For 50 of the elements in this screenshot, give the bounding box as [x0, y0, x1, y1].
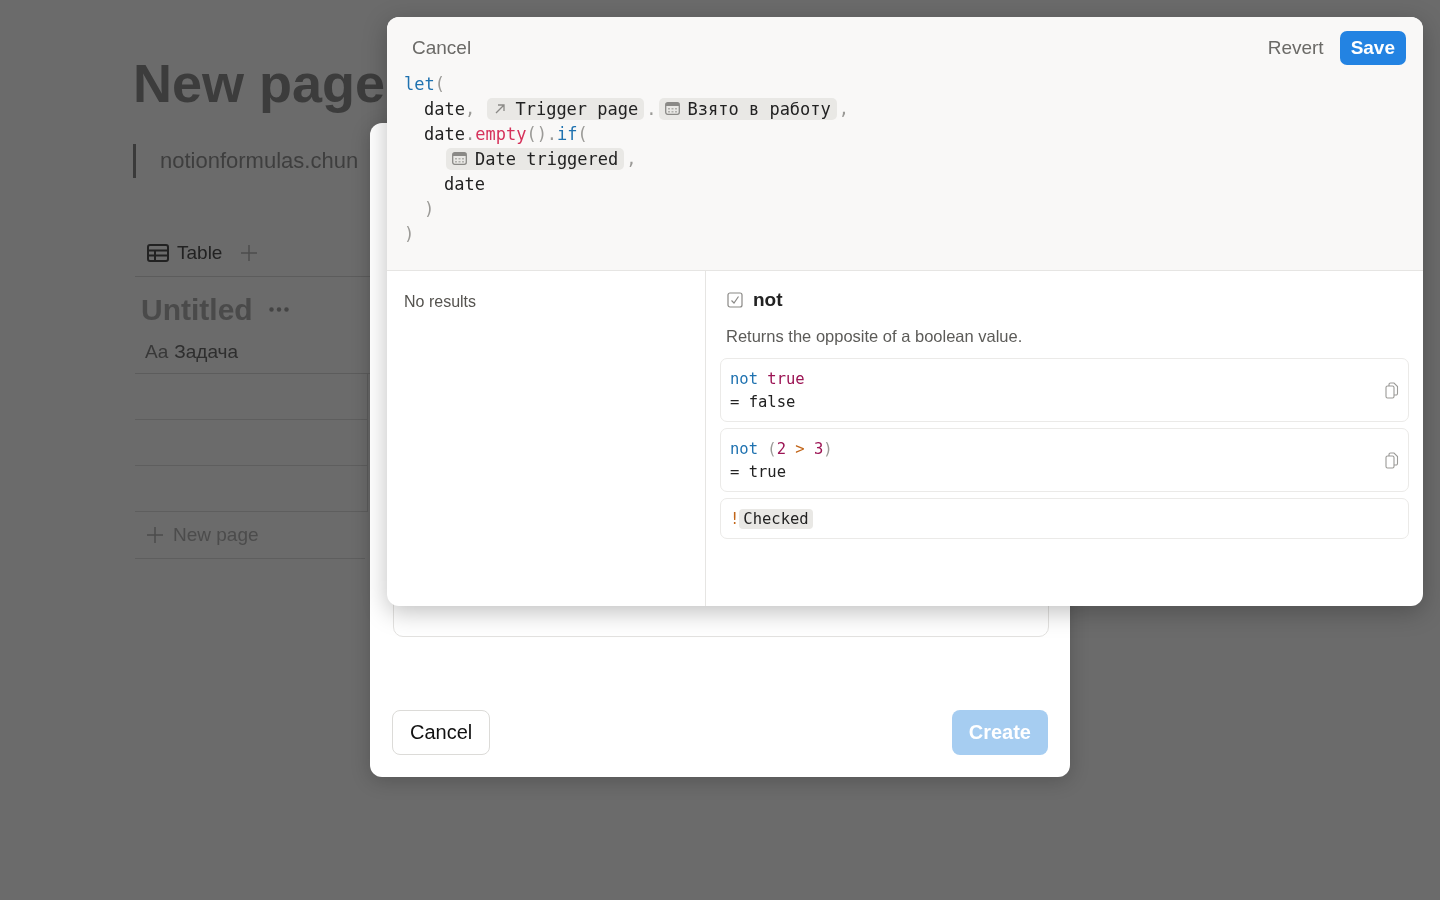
calendar-icon [664, 102, 680, 115]
code-token: (). [526, 123, 558, 144]
code-token: not [730, 369, 758, 388]
property-chip[interactable]: Date triggered [446, 147, 625, 170]
code-token: ( [434, 73, 445, 94]
code-token: true [766, 369, 805, 388]
code-token: . [464, 123, 476, 144]
code-token: date [424, 123, 465, 144]
cancel-button[interactable]: Cancel [404, 33, 480, 63]
calendar-icon [452, 152, 467, 165]
plus-icon[interactable] [240, 243, 259, 262]
function-name: not [753, 289, 783, 311]
copy-icon[interactable] [1385, 381, 1399, 399]
save-button[interactable]: Save [1339, 31, 1406, 65]
property-chip[interactable]: Checked [739, 508, 813, 529]
code-token: ! [730, 509, 740, 528]
arrow-icon [493, 101, 508, 116]
code-token: empty [475, 123, 527, 144]
code-token: ) [424, 198, 435, 219]
table-icon [147, 243, 169, 262]
code-token: ( [577, 123, 588, 144]
property-chip[interactable]: Взято в работу [658, 97, 837, 120]
code-token: 3 [814, 439, 824, 458]
code-token: > [794, 439, 806, 458]
more-icon[interactable] [268, 307, 289, 312]
results-text: No results [404, 293, 477, 310]
cancel-button[interactable]: Cancel [392, 710, 491, 755]
code-token: = true [730, 462, 786, 481]
code-token: ) [404, 223, 415, 244]
code-token: ) [823, 439, 833, 458]
function-description: Returns the opposite of a boolean value. [726, 327, 1024, 346]
code-token: = false [730, 392, 796, 411]
code-token: date [444, 173, 485, 194]
copy-icon[interactable] [1385, 451, 1399, 469]
code-token: date [424, 98, 465, 119]
code-token: not [730, 439, 758, 458]
revert-button[interactable]: Revert [1259, 33, 1332, 63]
code-token: , [464, 98, 477, 119]
code-token: ( [766, 439, 777, 458]
table-row[interactable] [135, 373, 368, 420]
plus-icon [147, 526, 163, 543]
code-token: 2 [776, 439, 786, 458]
code-token: , [626, 148, 637, 169]
checkbox-icon [727, 292, 743, 308]
code-token: let [404, 73, 435, 94]
view-tab[interactable]: Table [177, 241, 223, 264]
property-chip[interactable]: Trigger page [487, 97, 645, 120]
code-token: , [838, 98, 850, 119]
code-token: if [557, 123, 578, 144]
code-token: . [646, 98, 657, 119]
